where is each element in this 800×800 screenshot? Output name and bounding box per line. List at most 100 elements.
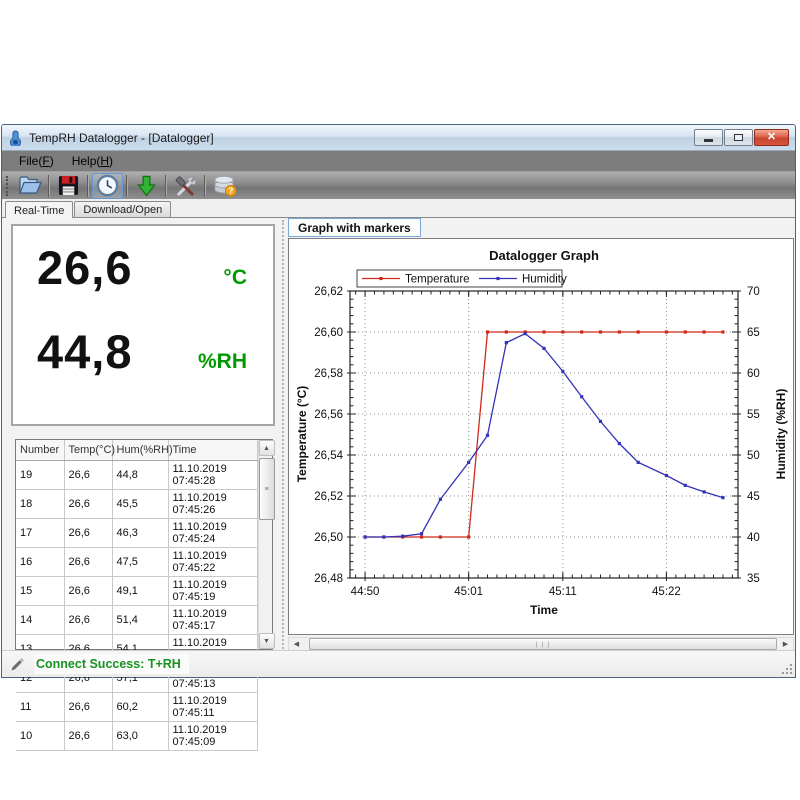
open-file-button[interactable] [14,173,45,199]
download-arrow-icon [136,175,157,197]
table-row[interactable]: 1826,645,511.10.2019 07:45:26 [16,489,257,518]
open-folder-icon [18,175,42,196]
table-cell: 11.10.2019 07:45:28 [168,460,257,489]
chart-scrollbar[interactable]: ◀ ❘❘❘ ▶ [288,637,794,651]
table-cell: 18 [16,489,64,518]
minimize-icon [704,139,713,142]
table-row[interactable]: 1926,644,811.10.2019 07:45:28 [16,460,257,489]
table-cell: 10 [16,721,64,750]
temperature-value: 26,6 [37,240,132,295]
scroll-up-icon[interactable]: ▲ [259,440,275,456]
tools-icon [174,175,197,197]
col-time[interactable]: Time [168,440,257,460]
svg-text:45:11: 45:11 [549,586,577,598]
col-number[interactable]: Number [16,440,64,460]
close-button[interactable]: ✕ [754,129,789,146]
svg-text:26,62: 26,62 [314,286,343,298]
svg-text:?: ? [228,186,233,196]
tab-real-time[interactable]: Real-Time [5,201,73,218]
table-row[interactable]: 1026,663,011.10.2019 07:45:09 [16,721,257,750]
svg-text:26,60: 26,60 [314,327,343,339]
col-hum[interactable]: Hum(%RH) [112,440,168,460]
desktop: { "window": { "title": "TempRH Datalogge… [0,0,800,800]
table-cell: 11.10.2019 07:45:24 [168,518,257,547]
table-cell: 47,5 [112,547,168,576]
chart-panel: Datalogger Graph Temperature (°C) Humidi… [288,238,794,635]
svg-text:60: 60 [747,368,760,380]
settings-tools-button[interactable] [170,173,201,199]
toolbar-separator [48,175,50,197]
svg-text:26,58: 26,58 [314,368,343,380]
table-row[interactable]: 1126,660,211.10.2019 07:45:11 [16,692,257,721]
table-cell: 26,6 [64,518,112,547]
svg-text:26,54: 26,54 [314,450,343,462]
panel-splitter[interactable] [282,220,286,649]
table-cell: 26,6 [64,489,112,518]
scroll-left-icon[interactable]: ◀ [289,638,304,650]
table-cell: 11.10.2019 07:45:17 [168,605,257,634]
minimize-button[interactable] [694,129,723,146]
svg-text:Temperature: Temperature [405,274,470,286]
table-row[interactable]: 1426,651,411.10.2019 07:45:17 [16,605,257,634]
table-cell: 11 [16,692,64,721]
realtime-clock-button[interactable] [92,173,123,199]
svg-text:50: 50 [747,450,760,462]
table-cell: 11.10.2019 07:45:09 [168,721,257,750]
table-cell: 44,8 [112,460,168,489]
chart-scrollbar-thumb[interactable]: ❘❘❘ [309,638,777,650]
toolbar-separator [87,175,89,197]
readings-table-panel: Number Temp(°C) Hum(%RH) Time 1926,644,8… [15,439,273,650]
datalogger-chart: 26,4826,5026,5226,5426,5626,5826,6026,62… [289,239,793,634]
table-row[interactable]: 1526,649,111.10.2019 07:45:19 [16,576,257,605]
resize-grip[interactable] [781,663,792,674]
svg-text:26,52: 26,52 [314,491,343,503]
tab-download-open[interactable]: Download/Open [74,201,171,217]
database-help-icon: ? [213,174,237,197]
table-cell: 17 [16,518,64,547]
humidity-unit: %RH [198,350,247,374]
status-message: Connect Success: T+RH [34,654,189,674]
status-bar: Connect Success: T+RH [2,650,795,677]
save-button[interactable] [53,173,84,199]
table-cell: 26,6 [64,547,112,576]
toolbar: ? [2,171,795,199]
table-row[interactable]: 1626,647,511.10.2019 07:45:22 [16,547,257,576]
menu-help[interactable]: Help(H) [63,152,122,170]
scroll-down-icon[interactable]: ▼ [259,633,275,649]
live-readout-panel: 26,6 °C 44,8 %RH [11,224,275,426]
svg-text:40: 40 [747,532,760,544]
table-cell: 11.10.2019 07:45:19 [168,576,257,605]
svg-text:45: 45 [747,491,760,503]
col-temp[interactable]: Temp(°C) [64,440,112,460]
table-scrollbar[interactable]: ▲ ≡ ▼ [258,440,273,649]
temperature-unit: °C [223,266,247,290]
humidity-value: 44,8 [37,324,132,379]
graph-with-markers-button[interactable]: Graph with markers [288,218,421,237]
tab-strip: Real-Time Download/Open [2,199,795,217]
clock-icon [96,174,119,197]
table-header-row: Number Temp(°C) Hum(%RH) Time [16,440,257,460]
table-scrollbar-thumb[interactable]: ≡ [259,458,275,520]
table-cell: 26,6 [64,692,112,721]
toolbar-separator [165,175,167,197]
table-cell: 26,6 [64,605,112,634]
svg-text:26,56: 26,56 [314,409,343,421]
toolbar-grip[interactable] [6,176,10,196]
maximize-button[interactable] [724,129,753,146]
menu-file[interactable]: File(F) [10,152,63,170]
svg-text:65: 65 [747,327,760,339]
main-content: 26,6 °C 44,8 %RH Number Temp(°C) Hum(%RH… [2,217,795,651]
download-button[interactable] [131,173,162,199]
y-axis-label-left: Temperature (°C) [295,386,309,483]
table-row[interactable]: 1726,646,311.10.2019 07:45:24 [16,518,257,547]
scroll-right-icon[interactable]: ▶ [778,638,793,650]
table-cell: 26,6 [64,721,112,750]
table-cell: 63,0 [112,721,168,750]
svg-text:55: 55 [747,409,760,421]
pencil-icon [10,657,25,672]
svg-text:45:22: 45:22 [652,586,681,598]
svg-text:35: 35 [747,573,760,585]
table-cell: 11.10.2019 07:45:26 [168,489,257,518]
database-help-button[interactable]: ? [209,173,240,199]
table-cell: 45,5 [112,489,168,518]
